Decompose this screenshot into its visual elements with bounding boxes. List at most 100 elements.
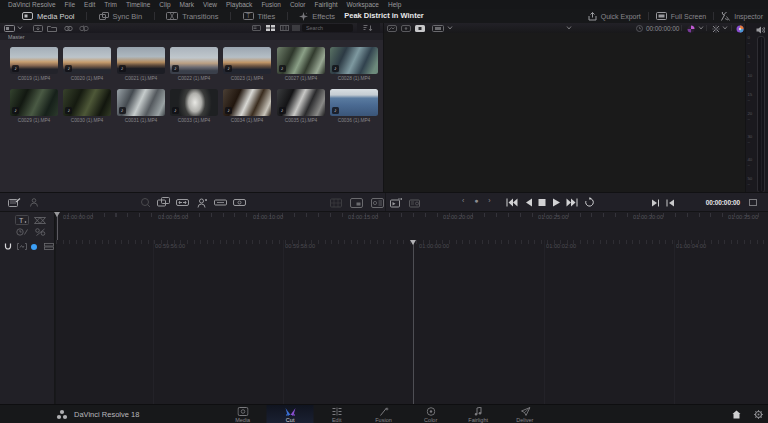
smart-insert-icon[interactable] xyxy=(157,197,170,208)
full-screen-button[interactable]: Full Screen xyxy=(656,9,706,23)
link-clips-icon[interactable] xyxy=(64,25,73,32)
clip-thumbnail[interactable]: ♪ xyxy=(170,89,218,116)
bin-name[interactable]: Master xyxy=(8,34,25,39)
view-list-icon[interactable] xyxy=(292,25,300,31)
clip-thumbnail[interactable]: ♪ xyxy=(117,47,165,74)
audio-tool-icon[interactable] xyxy=(35,228,46,236)
speaker-icon[interactable] xyxy=(756,26,765,34)
unlink-clips-icon[interactable] xyxy=(79,25,89,32)
menu-item-timeline[interactable]: Timeline xyxy=(126,1,150,8)
clip-thumbnail[interactable]: ♪ xyxy=(277,47,325,74)
grid-view-icon[interactable] xyxy=(330,198,342,208)
menu-item-mark[interactable]: Mark xyxy=(180,1,194,8)
clip-thumbnail[interactable]: ♪ xyxy=(170,47,218,74)
viewer-mode-icon[interactable] xyxy=(415,25,425,32)
picture-in-picture-icon[interactable] xyxy=(350,198,363,208)
color-grade-chevron-icon[interactable] xyxy=(698,26,704,30)
settings-gear-icon[interactable] xyxy=(754,410,763,419)
jog-control[interactable]: ‹ ● › xyxy=(462,197,493,204)
clip-thumbnail[interactable]: ♪ xyxy=(63,47,111,74)
page-tab-media[interactable]: Media xyxy=(220,405,267,423)
title-tool-icon[interactable]: T xyxy=(15,215,29,225)
menu-item-file[interactable]: File xyxy=(65,1,75,8)
source-overwrite-icon[interactable] xyxy=(233,197,246,208)
menu-item-clip[interactable]: Clip xyxy=(159,1,170,8)
sort-button[interactable] xyxy=(357,23,380,33)
search-input[interactable]: Search xyxy=(302,24,353,32)
audio-trim-icon[interactable] xyxy=(17,243,27,250)
clip-thumbnail[interactable]: ♪ xyxy=(277,89,325,116)
timeline-tracks[interactable]: 00:59:56:0000:59:58:0001:00:00:0001:00:0… xyxy=(56,240,768,404)
bin-selector-icon[interactable] xyxy=(4,25,15,32)
view-metadata-icon[interactable] xyxy=(252,25,261,31)
color-wheel-icon[interactable] xyxy=(736,25,744,33)
upper-timeline-strip[interactable]: 01:00:00:0001:00:05:0001:00:10:0001:00:1… xyxy=(56,212,768,240)
menu-item-fairlight[interactable]: Fairlight xyxy=(314,1,337,8)
play-to-end-icon[interactable] xyxy=(651,199,660,207)
step-back-icon[interactable] xyxy=(524,198,533,207)
clip-thumbnail[interactable]: ♪ xyxy=(330,89,378,116)
transition-tool-icon[interactable] xyxy=(34,217,46,224)
zoom-tool-icon[interactable] xyxy=(140,197,151,208)
audio-settings-icon[interactable] xyxy=(371,198,384,208)
menu-item-edit[interactable]: Edit xyxy=(84,1,95,8)
page-tab-fairlight[interactable]: Fairlight xyxy=(455,405,502,423)
play-icon[interactable] xyxy=(552,198,561,207)
page-tab-edit[interactable]: Edit xyxy=(314,405,361,423)
timeline-select-chevron-icon[interactable] xyxy=(566,26,572,30)
clip-thumbnail[interactable]: ♪ xyxy=(330,47,378,74)
speed-tool-icon[interactable] xyxy=(16,228,28,236)
menu-item-workspace[interactable]: Workspace xyxy=(347,1,379,8)
menu-item-help[interactable]: Help xyxy=(388,1,401,8)
clip-thumbnail[interactable]: ♪ xyxy=(117,89,165,116)
source-tape-icon[interactable] xyxy=(390,198,402,208)
viewer-screen[interactable] xyxy=(384,33,745,192)
import-folder-icon[interactable] xyxy=(47,25,57,32)
upper-playhead[interactable] xyxy=(57,212,58,240)
clip-thumbnail[interactable]: ♪ xyxy=(223,47,271,74)
clip-thumbnail[interactable]: ♪ xyxy=(63,89,111,116)
page-tab-fusion[interactable]: Fusion xyxy=(361,405,408,423)
menu-item-trim[interactable]: Trim xyxy=(104,1,117,8)
menu-item-fusion[interactable]: Fusion xyxy=(261,1,281,8)
bin-selector-chevron-icon[interactable] xyxy=(17,26,23,30)
quick-export-button[interactable]: Quick Export xyxy=(588,9,641,23)
timeline-playhead[interactable] xyxy=(413,240,414,404)
resolution-toggle-icon[interactable] xyxy=(749,199,757,206)
view-thumbnails-icon[interactable] xyxy=(266,25,275,31)
timeline-edit-icon[interactable] xyxy=(8,198,21,207)
clip-thumbnail[interactable]: ♪ xyxy=(10,89,58,116)
append-clip-icon[interactable] xyxy=(176,197,189,208)
camera-select-icon[interactable] xyxy=(432,25,444,32)
marker-color-dot[interactable] xyxy=(31,244,37,250)
loop-icon[interactable] xyxy=(584,197,595,207)
page-tab-deliver[interactable]: Deliver xyxy=(502,405,549,423)
color-grade-status-icon[interactable] xyxy=(687,25,695,33)
clip-thumbnail[interactable]: ♪ xyxy=(10,47,58,74)
viewer-timeline-icon[interactable] xyxy=(401,25,411,32)
track-view-icon[interactable] xyxy=(44,243,54,250)
home-icon[interactable] xyxy=(732,410,741,419)
play-from-start-icon[interactable] xyxy=(666,199,675,207)
transform-icon[interactable] xyxy=(712,25,720,33)
place-on-top-icon[interactable] xyxy=(214,197,227,208)
camera-select-chevron-icon[interactable] xyxy=(447,26,453,30)
snapping-icon[interactable] xyxy=(4,243,12,251)
fast-review-icon[interactable] xyxy=(409,198,422,208)
page-tab-color[interactable]: Color xyxy=(408,405,455,423)
transform-chevron-icon[interactable] xyxy=(722,26,728,30)
skip-back-icon[interactable] xyxy=(506,198,518,207)
import-media-icon[interactable] xyxy=(33,25,43,32)
inspector-button[interactable]: Inspector xyxy=(721,9,763,23)
timeline-options-icon[interactable] xyxy=(29,198,39,207)
menu-item-color[interactable]: Color xyxy=(290,1,306,8)
ripple-overwrite-icon[interactable] xyxy=(195,197,208,208)
page-tab-cut[interactable]: Cut xyxy=(267,405,314,423)
view-strip-icon[interactable] xyxy=(280,25,289,31)
skip-forward-icon[interactable] xyxy=(566,198,578,207)
menu-item-view[interactable]: View xyxy=(203,1,217,8)
menu-item-davinci-resolve[interactable]: DaVinci Resolve xyxy=(8,1,56,8)
clip-thumbnail[interactable]: ♪ xyxy=(223,89,271,116)
viewer-source-icon[interactable] xyxy=(387,25,397,32)
stop-icon[interactable] xyxy=(538,198,546,207)
